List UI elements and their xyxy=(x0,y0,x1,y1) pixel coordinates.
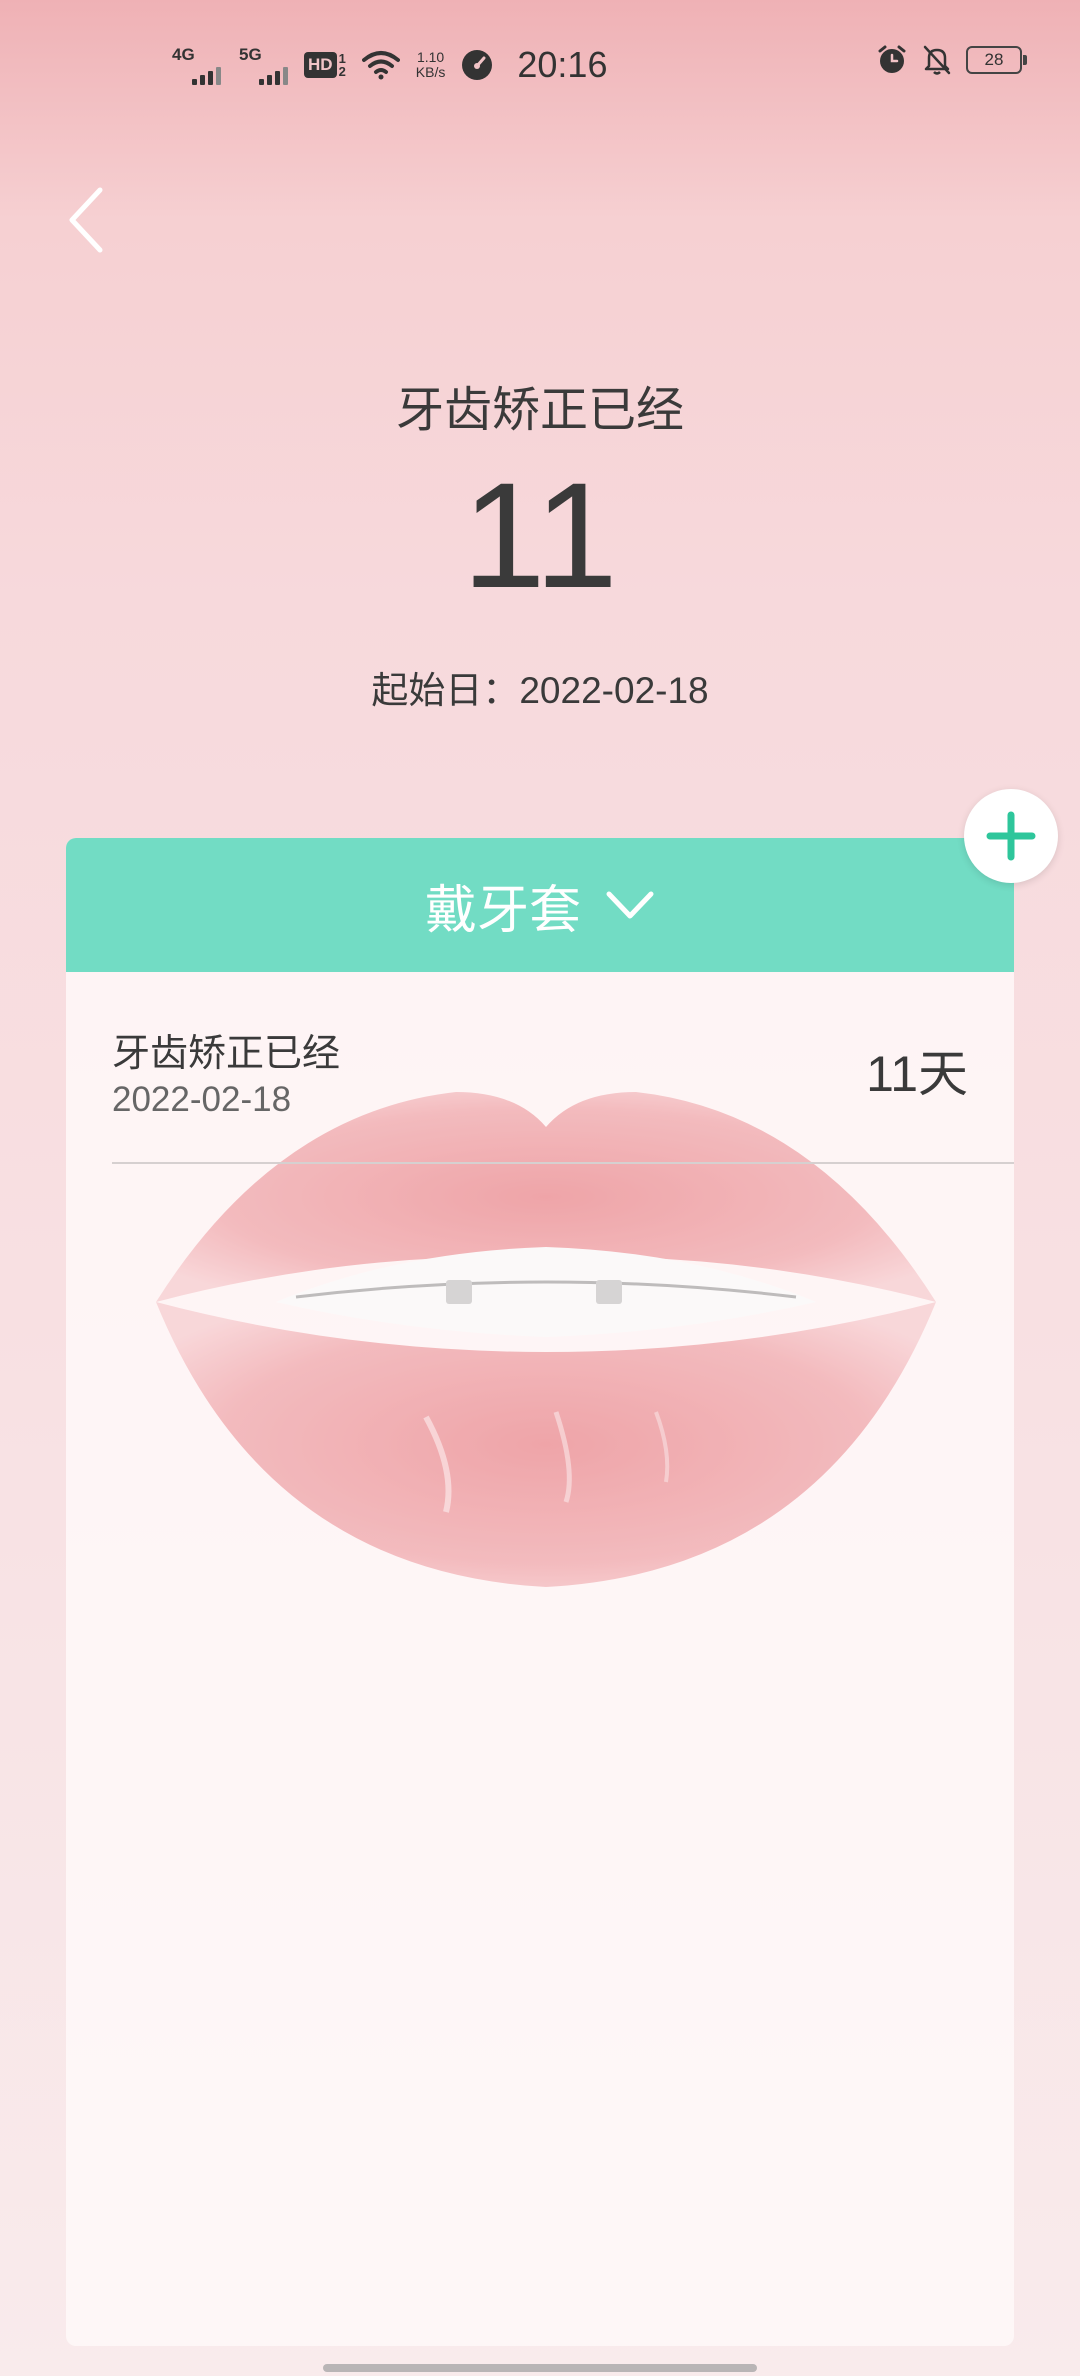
add-button[interactable] xyxy=(964,789,1058,883)
item-days: 11天 xyxy=(866,1046,968,1102)
back-button[interactable] xyxy=(60,180,120,260)
home-indicator[interactable] xyxy=(323,2364,757,2372)
battery-level: 28 xyxy=(984,50,1004,69)
hd-sub-bottom: 2 xyxy=(338,64,346,79)
item-title: 牙齿矫正已经 xyxy=(112,1033,341,1075)
speedometer-icon xyxy=(462,50,493,80)
speed-value: 1.10 xyxy=(416,49,445,65)
network-type-label: 5G xyxy=(239,45,262,64)
signal-5g-icon: 5G xyxy=(237,45,288,85)
signal-4g-icon: 4G xyxy=(170,45,221,85)
plus-icon xyxy=(986,811,1036,861)
category-dropdown[interactable]: 戴牙套 xyxy=(66,838,1014,972)
wifi-icon xyxy=(361,51,400,80)
list-item[interactable]: 牙齿矫正已经 2022-02-18 11天 xyxy=(66,972,1014,1164)
hd-label: HD xyxy=(304,52,337,78)
network-speed: 1.10 KB/s xyxy=(416,50,446,80)
category-label: 戴牙套 xyxy=(424,881,581,940)
bell-mute-icon xyxy=(923,45,951,75)
status-time: 20:16 xyxy=(517,44,608,85)
network-type-label: 4G xyxy=(172,45,195,64)
page-title: 牙齿矫正已经 xyxy=(395,384,684,437)
item-date: 2022-02-18 xyxy=(112,1080,292,1119)
speed-unit: KB/s xyxy=(415,64,446,80)
chevron-left-icon xyxy=(69,187,103,253)
alarm-icon xyxy=(878,45,906,73)
start-date: 起始日：2022-02-18 xyxy=(371,670,709,711)
list-divider xyxy=(112,1162,1014,1164)
hd-voice-icon: HD 1 2 xyxy=(304,52,346,78)
day-count: 11 xyxy=(462,451,618,619)
event-card: 戴牙套 牙齿矫正已经 2022-02-18 11天 xyxy=(66,838,1014,2346)
chevron-down-icon xyxy=(606,891,654,919)
status-bar: 4G 5G HD 1 2 1.10 KB/s 20:16 28 xyxy=(0,0,1080,130)
battery-icon: 28 xyxy=(966,46,1027,74)
